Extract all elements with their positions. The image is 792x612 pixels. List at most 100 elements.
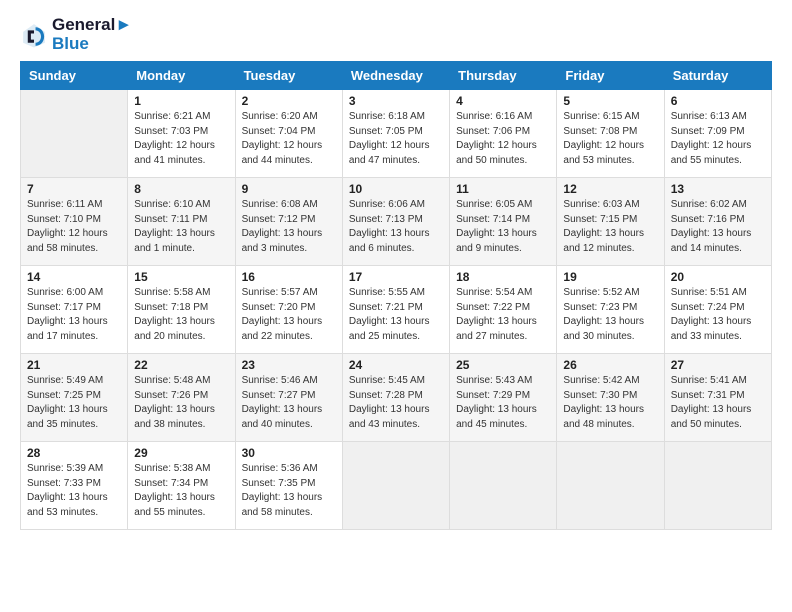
calendar-cell: 1 Sunrise: 6:21 AMSunset: 7:03 PMDaylight…	[128, 90, 235, 178]
cell-info: Sunrise: 5:43 AMSunset: 7:29 PMDaylight:…	[456, 374, 550, 432]
weekday-header-tuesday: Tuesday	[235, 62, 342, 90]
day-number: 1	[134, 94, 228, 108]
weekday-header-thursday: Thursday	[450, 62, 557, 90]
cell-info: Sunrise: 6:21 AMSunset: 7:03 PMDaylight:…	[134, 110, 228, 168]
calendar-cell: 13 Sunrise: 6:02 AMSunset: 7:16 PMDayligh…	[664, 178, 771, 266]
calendar-cell: 3 Sunrise: 6:18 AMSunset: 7:05 PMDaylight…	[342, 90, 449, 178]
day-number: 4	[456, 94, 550, 108]
calendar-cell: 4 Sunrise: 6:16 AMSunset: 7:06 PMDaylight…	[450, 90, 557, 178]
week-row-5: 28Sunrise: 5:39 AMSunset: 7:33 PMDayligh…	[21, 442, 772, 530]
calendar-cell: 15 Sunrise: 5:58 AMSunset: 7:18 PMDayligh…	[128, 266, 235, 354]
day-number: 21	[27, 358, 121, 372]
calendar-cell: 22 Sunrise: 5:48 AMSunset: 7:26 PMDayligh…	[128, 354, 235, 442]
day-number: 15	[134, 270, 228, 284]
calendar-cell: 26 Sunrise: 5:42 AMSunset: 7:30 PMDayligh…	[557, 354, 664, 442]
calendar-cell: 19Sunrise: 5:52 AMSunset: 7:23 PMDayligh…	[557, 266, 664, 354]
calendar-cell: 2 Sunrise: 6:20 AMSunset: 7:04 PMDaylight…	[235, 90, 342, 178]
calendar-cell	[450, 442, 557, 530]
day-number: 2	[242, 94, 336, 108]
day-number: 17	[349, 270, 443, 284]
day-number: 11	[456, 182, 550, 196]
calendar-cell: 14Sunrise: 6:00 AMSunset: 7:17 PMDayligh…	[21, 266, 128, 354]
day-number: 29	[134, 446, 228, 460]
cell-info: Sunrise: 5:55 AMSunset: 7:21 PMDaylight:…	[349, 286, 443, 344]
day-number: 5	[563, 94, 657, 108]
cell-info: Sunrise: 6:02 AMSunset: 7:16 PMDaylight:…	[671, 198, 765, 256]
day-number: 16	[242, 270, 336, 284]
day-number: 24	[349, 358, 443, 372]
day-number: 20	[671, 270, 765, 284]
day-number: 10	[349, 182, 443, 196]
calendar-cell	[664, 442, 771, 530]
calendar-cell: 11 Sunrise: 6:05 AMSunset: 7:14 PMDayligh…	[450, 178, 557, 266]
cell-info: Sunrise: 5:46 AMSunset: 7:27 PMDaylight:…	[242, 374, 336, 432]
logo-text: General► Blue	[52, 16, 132, 53]
calendar-cell: 24 Sunrise: 5:45 AMSunset: 7:28 PMDayligh…	[342, 354, 449, 442]
cell-info: Sunrise: 5:48 AMSunset: 7:26 PMDaylight:…	[134, 374, 228, 432]
cell-info: Sunrise: 5:54 AMSunset: 7:22 PMDaylight:…	[456, 286, 550, 344]
calendar-cell: 17 Sunrise: 5:55 AMSunset: 7:21 PMDayligh…	[342, 266, 449, 354]
calendar-cell: 16 Sunrise: 5:57 AMSunset: 7:20 PMDayligh…	[235, 266, 342, 354]
weekday-header-wednesday: Wednesday	[342, 62, 449, 90]
calendar-cell: 28Sunrise: 5:39 AMSunset: 7:33 PMDayligh…	[21, 442, 128, 530]
weekday-header-row: SundayMondayTuesdayWednesdayThursdayFrid…	[21, 62, 772, 90]
cell-info: Sunrise: 5:42 AMSunset: 7:30 PMDaylight:…	[563, 374, 657, 432]
calendar-cell: 21 Sunrise: 5:49 AMSunset: 7:25 PMDayligh…	[21, 354, 128, 442]
cell-info: Sunrise: 6:10 AMSunset: 7:11 PMDaylight:…	[134, 198, 228, 256]
cell-info: Sunrise: 6:11 AMSunset: 7:10 PMDaylight:…	[27, 198, 121, 256]
day-number: 30	[242, 446, 336, 460]
cell-info: Sunrise: 6:08 AMSunset: 7:12 PMDaylight:…	[242, 198, 336, 256]
week-row-4: 21 Sunrise: 5:49 AMSunset: 7:25 PMDayligh…	[21, 354, 772, 442]
calendar-cell: 23 Sunrise: 5:46 AMSunset: 7:27 PMDayligh…	[235, 354, 342, 442]
calendar-cell: 12 Sunrise: 6:03 AMSunset: 7:15 PMDayligh…	[557, 178, 664, 266]
day-number: 26	[563, 358, 657, 372]
calendar-cell: 27 Sunrise: 5:41 AMSunset: 7:31 PMDayligh…	[664, 354, 771, 442]
cell-info: Sunrise: 6:18 AMSunset: 7:05 PMDaylight:…	[349, 110, 443, 168]
day-number: 6	[671, 94, 765, 108]
weekday-header-saturday: Saturday	[664, 62, 771, 90]
calendar-cell: 30 Sunrise: 5:36 AMSunset: 7:35 PMDayligh…	[235, 442, 342, 530]
day-number: 7	[27, 182, 121, 196]
cell-info: Sunrise: 5:58 AMSunset: 7:18 PMDaylight:…	[134, 286, 228, 344]
calendar-cell: 7 Sunrise: 6:11 AMSunset: 7:10 PMDaylight…	[21, 178, 128, 266]
day-number: 28	[27, 446, 121, 460]
header: General► Blue	[20, 16, 772, 53]
cell-info: Sunrise: 5:36 AMSunset: 7:35 PMDaylight:…	[242, 462, 336, 520]
calendar-cell: 25 Sunrise: 5:43 AMSunset: 7:29 PMDayligh…	[450, 354, 557, 442]
day-number: 25	[456, 358, 550, 372]
calendar-cell	[342, 442, 449, 530]
cell-info: Sunrise: 6:20 AMSunset: 7:04 PMDaylight:…	[242, 110, 336, 168]
calendar-cell: 10 Sunrise: 6:06 AMSunset: 7:13 PMDayligh…	[342, 178, 449, 266]
cell-info: Sunrise: 5:45 AMSunset: 7:28 PMDaylight:…	[349, 374, 443, 432]
calendar-cell: 5 Sunrise: 6:15 AMSunset: 7:08 PMDaylight…	[557, 90, 664, 178]
weekday-header-monday: Monday	[128, 62, 235, 90]
cell-info: Sunrise: 5:57 AMSunset: 7:20 PMDaylight:…	[242, 286, 336, 344]
day-number: 9	[242, 182, 336, 196]
day-number: 27	[671, 358, 765, 372]
week-row-3: 14Sunrise: 6:00 AMSunset: 7:17 PMDayligh…	[21, 266, 772, 354]
cell-info: Sunrise: 6:03 AMSunset: 7:15 PMDaylight:…	[563, 198, 657, 256]
calendar-cell: 6 Sunrise: 6:13 AMSunset: 7:09 PMDaylight…	[664, 90, 771, 178]
cell-info: Sunrise: 6:15 AMSunset: 7:08 PMDaylight:…	[563, 110, 657, 168]
weekday-header-sunday: Sunday	[21, 62, 128, 90]
cell-info: Sunrise: 5:41 AMSunset: 7:31 PMDaylight:…	[671, 374, 765, 432]
weekday-header-friday: Friday	[557, 62, 664, 90]
week-row-2: 7 Sunrise: 6:11 AMSunset: 7:10 PMDaylight…	[21, 178, 772, 266]
day-number: 3	[349, 94, 443, 108]
calendar-cell	[21, 90, 128, 178]
calendar-cell: 8Sunrise: 6:10 AMSunset: 7:11 PMDaylight…	[128, 178, 235, 266]
day-number: 12	[563, 182, 657, 196]
day-number: 13	[671, 182, 765, 196]
cell-info: Sunrise: 5:49 AMSunset: 7:25 PMDaylight:…	[27, 374, 121, 432]
day-number: 19	[563, 270, 657, 284]
cell-info: Sunrise: 6:16 AMSunset: 7:06 PMDaylight:…	[456, 110, 550, 168]
calendar-cell: 20Sunrise: 5:51 AMSunset: 7:24 PMDayligh…	[664, 266, 771, 354]
cell-info: Sunrise: 6:05 AMSunset: 7:14 PMDaylight:…	[456, 198, 550, 256]
cell-info: Sunrise: 5:38 AMSunset: 7:34 PMDaylight:…	[134, 462, 228, 520]
week-row-1: 1 Sunrise: 6:21 AMSunset: 7:03 PMDaylight…	[21, 90, 772, 178]
day-number: 22	[134, 358, 228, 372]
day-number: 23	[242, 358, 336, 372]
calendar-cell: 9 Sunrise: 6:08 AMSunset: 7:12 PMDaylight…	[235, 178, 342, 266]
cell-info: Sunrise: 6:06 AMSunset: 7:13 PMDaylight:…	[349, 198, 443, 256]
cell-info: Sunrise: 6:13 AMSunset: 7:09 PMDaylight:…	[671, 110, 765, 168]
